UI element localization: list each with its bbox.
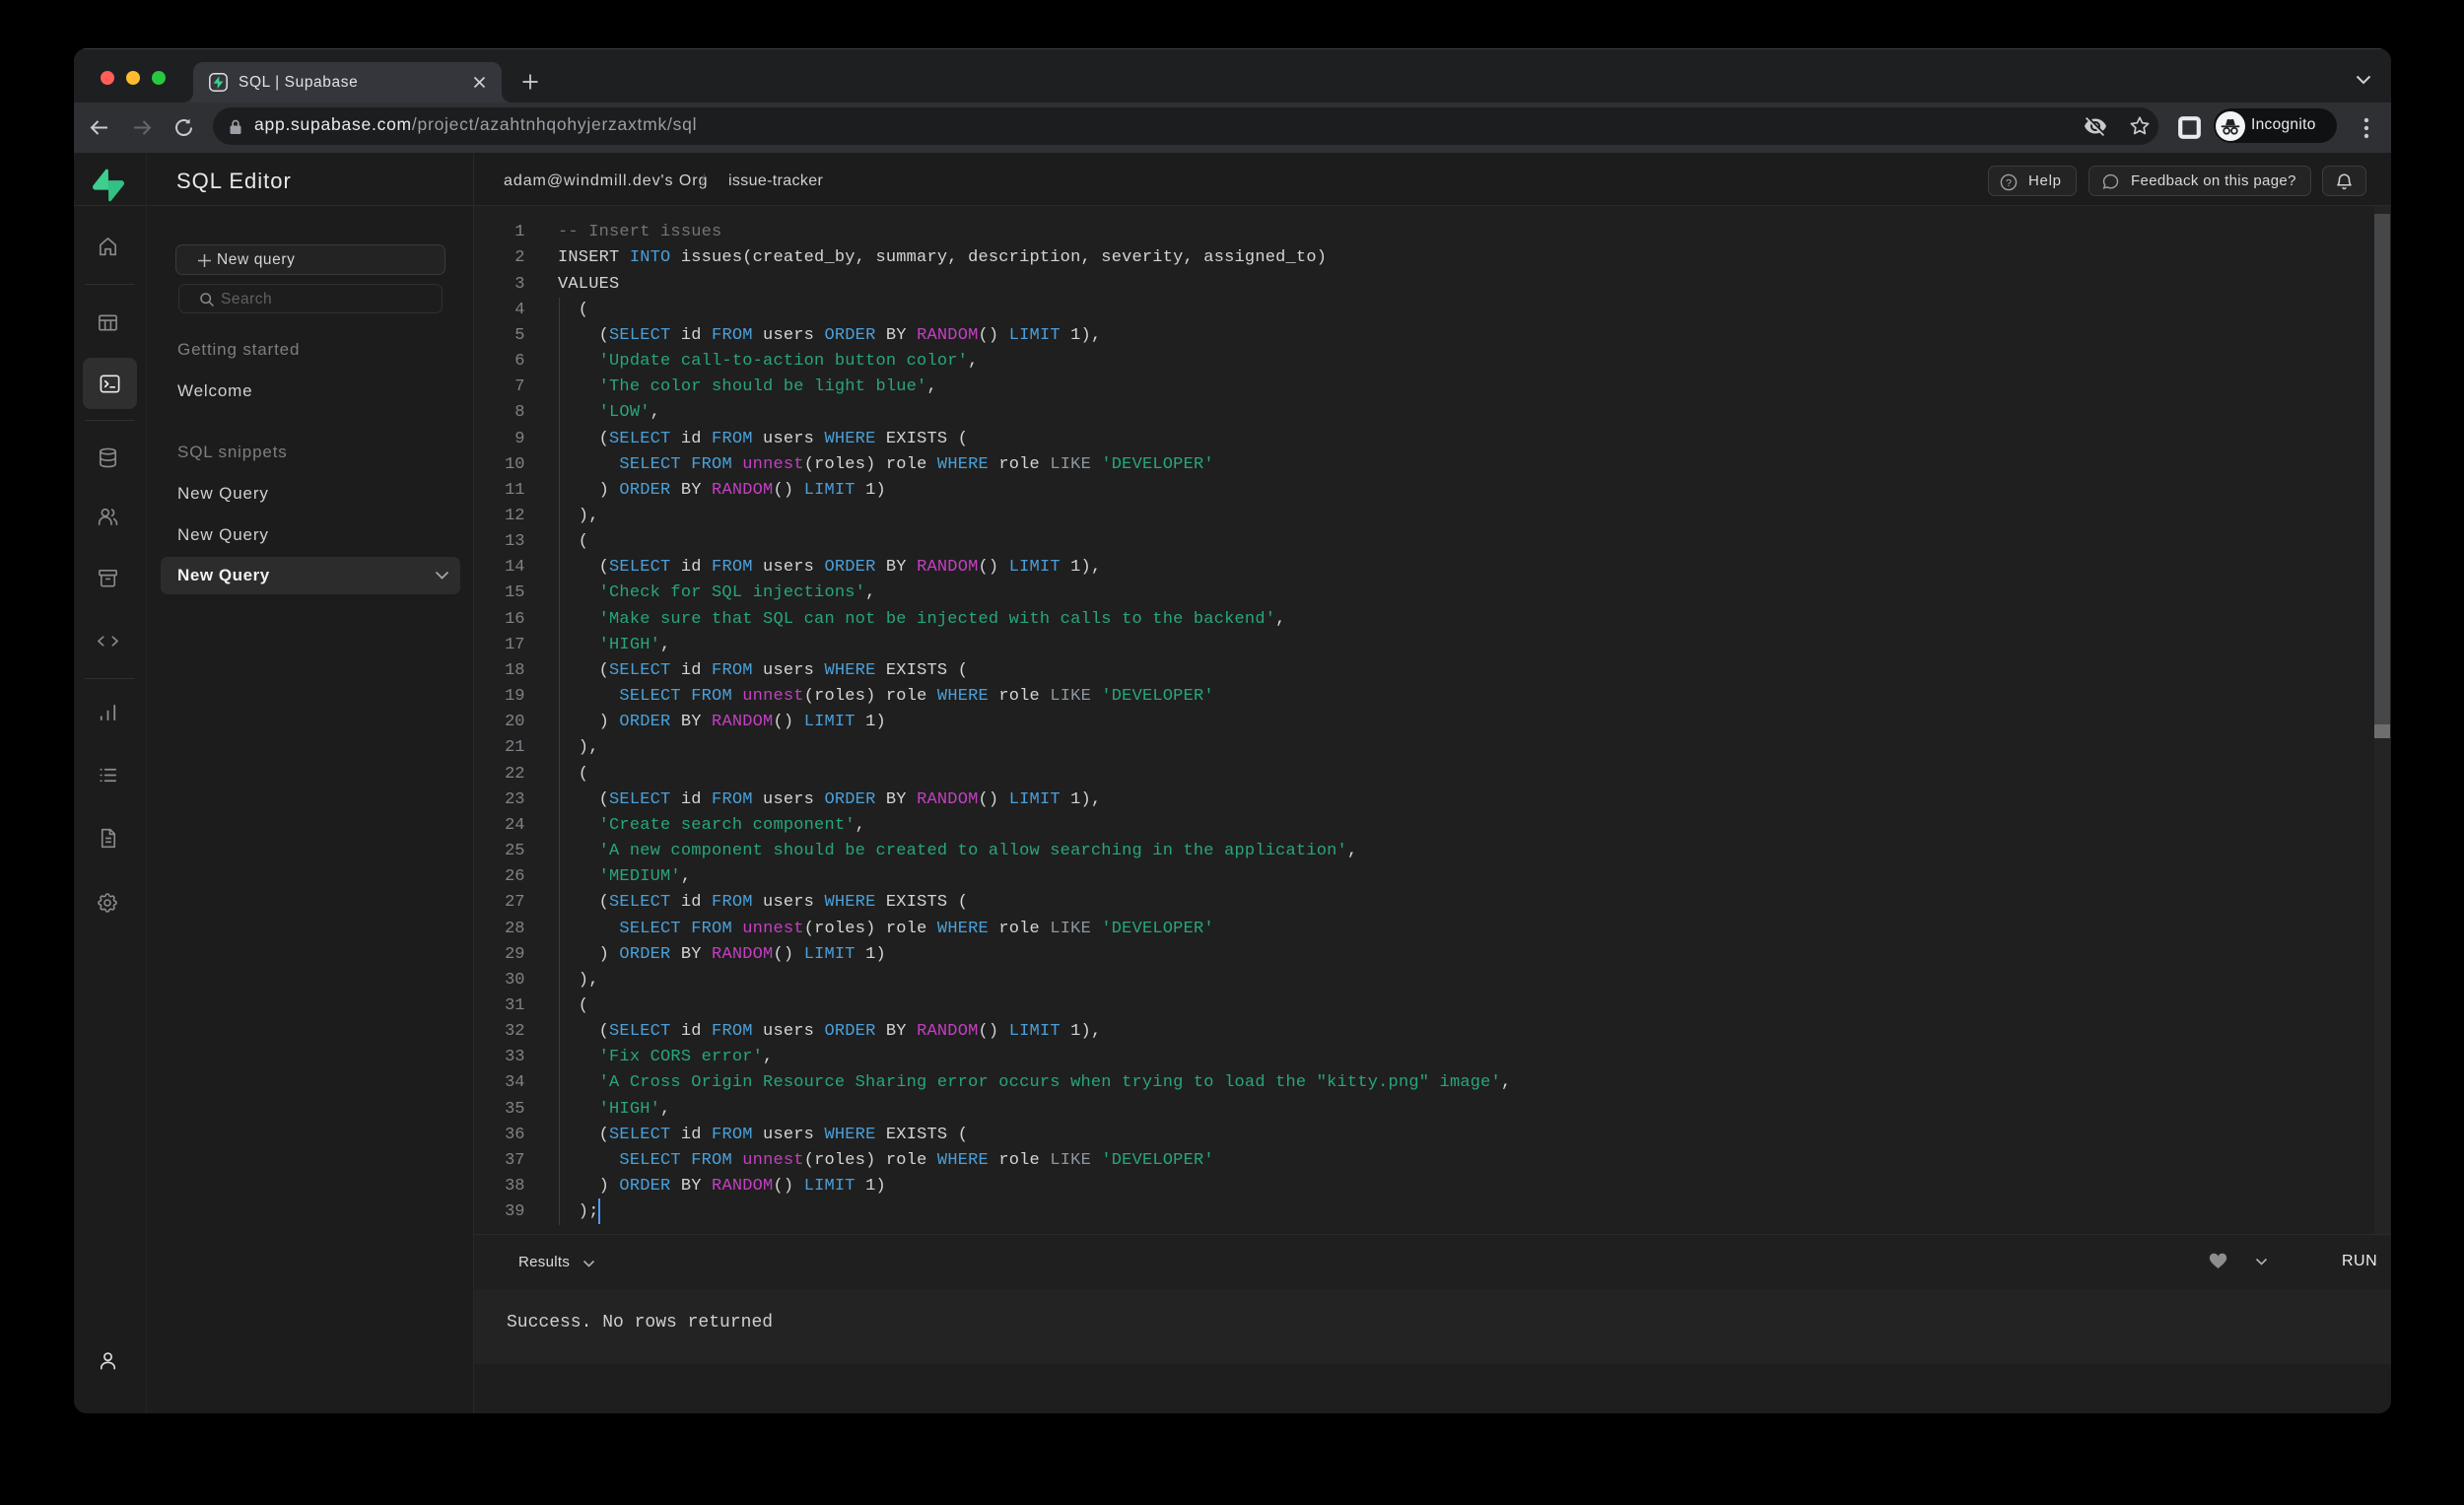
svg-text:?: ?	[2006, 177, 2012, 189]
